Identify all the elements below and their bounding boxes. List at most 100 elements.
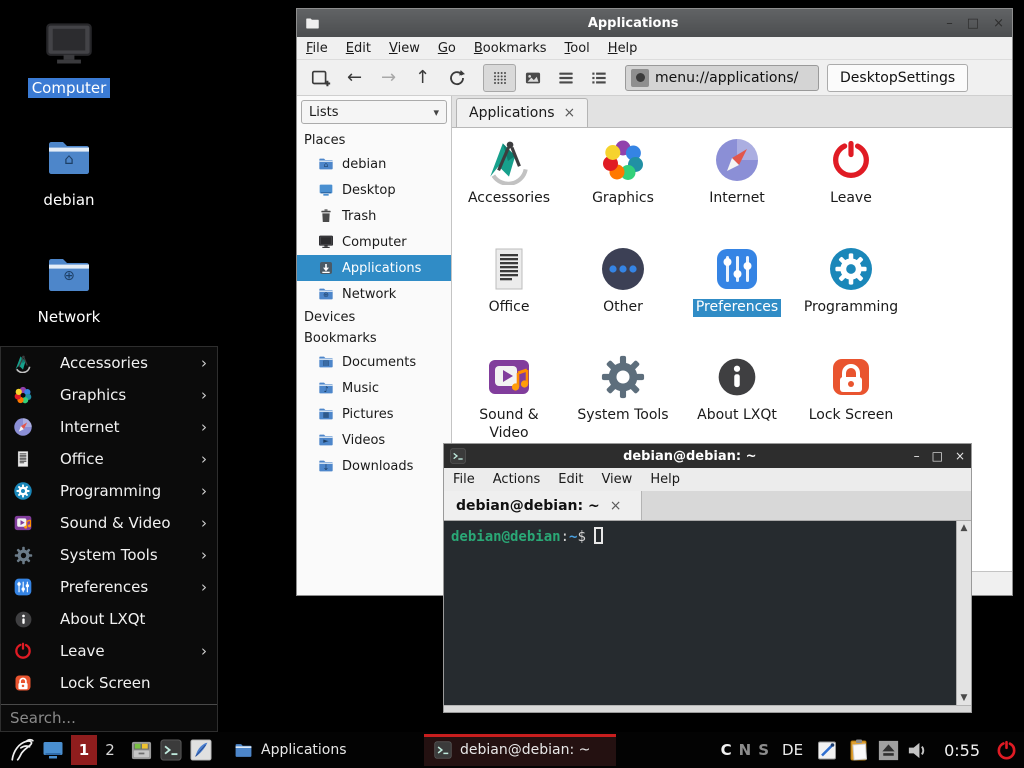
menu-item-about-lxqt[interactable]: About LXQt — [1, 603, 217, 635]
menu-item-system-tools[interactable]: System Tools › — [1, 539, 217, 571]
fm-item-programming[interactable]: Programming — [794, 244, 908, 317]
tab-applications[interactable]: Applications × — [456, 98, 588, 127]
main-menu-button[interactable] — [6, 734, 38, 766]
fm-item-lock-screen[interactable]: Lock Screen — [794, 352, 908, 425]
address-bar[interactable]: menu://applications/ — [625, 65, 819, 91]
terminal-menu-edit[interactable]: Edit — [549, 469, 592, 490]
show-desktop-button[interactable] — [38, 734, 68, 766]
menu-item-office[interactable]: Office › — [1, 443, 217, 475]
up-button[interactable]: ↑ — [409, 64, 436, 91]
sidebar-item-documents[interactable]: ▤ Documents — [297, 349, 451, 375]
terminal-scrollbar[interactable]: ▲ ▼ — [956, 521, 971, 705]
scroll-down-icon[interactable]: ▼ — [961, 693, 968, 703]
sidebar-item-network[interactable]: ⊕ Network — [297, 281, 451, 307]
fm-item-system-tools[interactable]: System Tools — [566, 352, 680, 425]
desktop-icon — [318, 182, 334, 198]
terminal-menu-help[interactable]: Help — [641, 469, 689, 490]
back-button[interactable]: ← — [341, 64, 368, 91]
detailed-view-button[interactable] — [582, 64, 615, 92]
terminal-tab[interactable]: debian@debian: ~ × — [444, 491, 642, 520]
desktop-icon-debian[interactable]: ⌂ debian — [19, 134, 119, 210]
terminal-menu-view[interactable]: View — [592, 469, 641, 490]
menu-item-lock-screen[interactable]: Lock Screen — [1, 667, 217, 699]
maximize-icon[interactable]: □ — [932, 449, 943, 463]
reload-button[interactable] — [443, 64, 470, 91]
sidebar-item-videos[interactable]: ► Videos — [297, 427, 451, 453]
menu-item-leave[interactable]: Leave › — [1, 635, 217, 667]
fm-menu-go[interactable]: Go — [429, 38, 465, 59]
menu-item-graphics[interactable]: Graphics › — [1, 379, 217, 411]
start-menu: Accessories › Graphics › Internet › Offi… — [0, 346, 218, 732]
fm-item-internet[interactable]: Internet — [680, 135, 794, 208]
task-applications[interactable]: Applications — [224, 734, 416, 766]
minimize-icon[interactable]: – — [946, 16, 953, 31]
quicklaunch-terminal[interactable] — [156, 734, 186, 766]
close-icon[interactable]: × — [993, 16, 1004, 31]
fm-titlebar[interactable]: Applications – □ × — [297, 9, 1012, 37]
tab-close-icon[interactable]: × — [564, 105, 576, 121]
clipboard-tray-icon[interactable] — [847, 734, 871, 766]
fm-item-leave[interactable]: Leave — [794, 135, 908, 208]
terminal-menu-actions[interactable]: Actions — [484, 469, 550, 490]
clock[interactable]: 0:55 — [944, 741, 980, 760]
folder-downloads-icon: ↓ — [318, 458, 334, 474]
fm-menu-bookmarks[interactable]: Bookmarks — [465, 38, 556, 59]
menu-item-programming[interactable]: Programming › — [1, 475, 217, 507]
new-tab-button[interactable] — [307, 64, 334, 91]
tab-close-icon[interactable]: × — [610, 498, 622, 514]
minimize-icon[interactable]: – — [914, 449, 920, 463]
sidebar-item-pictures[interactable]: ▦ Pictures — [297, 401, 451, 427]
terminal-titlebar[interactable]: debian@debian: ~ – □ × — [444, 444, 971, 468]
menu-item-preferences[interactable]: Preferences › — [1, 571, 217, 603]
power-button[interactable] — [995, 734, 1018, 766]
sidebar-item-debian[interactable]: ⌂ debian — [297, 151, 451, 177]
menu-item-internet[interactable]: Internet › — [1, 411, 217, 443]
menu-item-accessories[interactable]: Accessories › — [1, 347, 217, 379]
thumbnail-view-button[interactable] — [516, 64, 549, 92]
volume-icon[interactable] — [906, 734, 929, 766]
sidebar-item-music[interactable]: ♪ Music — [297, 375, 451, 401]
quicklaunch-file-manager[interactable] — [126, 734, 156, 766]
desktop-pager-2[interactable]: 2 — [100, 741, 120, 759]
desktop-pager-1[interactable]: 1 — [71, 735, 97, 765]
scroll-up-icon[interactable]: ▲ — [961, 523, 968, 533]
fm-item-other[interactable]: Other — [566, 244, 680, 317]
sidebar-item-applications[interactable]: Applications — [297, 255, 451, 281]
desktop-icon-network[interactable]: ⊕ Network — [19, 251, 119, 327]
menu-search-input[interactable]: Search... — [1, 705, 217, 731]
fm-item-sound-video[interactable]: Sound & Video — [452, 352, 566, 442]
icon-view-button[interactable] — [483, 64, 516, 92]
fm-menu-help[interactable]: Help — [599, 38, 647, 59]
desktop-icon-computer[interactable]: Computer — [19, 18, 119, 98]
fm-item-graphics[interactable]: Graphics — [566, 135, 680, 208]
taskbar: 1 2 Applications debian@debian: ~ C N S … — [0, 732, 1024, 768]
compact-view-button[interactable] — [549, 64, 582, 92]
sidebar-item-downloads[interactable]: ↓ Downloads — [297, 453, 451, 479]
desktop: Computer ⌂ debian ⊕ Network Applications… — [0, 0, 1024, 768]
side-pane-mode-select[interactable]: Lists ▾ — [301, 100, 447, 124]
forward-button[interactable]: → — [375, 64, 402, 91]
fm-menu-file[interactable]: File — [297, 38, 337, 59]
fm-item-preferences[interactable]: Preferences — [680, 244, 794, 317]
keyboard-layout-indicator[interactable]: DE — [782, 741, 803, 759]
task-terminal[interactable]: debian@debian: ~ — [424, 734, 616, 766]
terminal-screen[interactable]: debian@debian:~$ — [444, 521, 956, 705]
maximize-icon[interactable]: □ — [967, 16, 979, 31]
desktop-settings-button[interactable]: DesktopSettings — [827, 64, 968, 92]
close-icon[interactable]: × — [955, 449, 965, 463]
menu-item-sound-video[interactable]: Sound & Video › — [1, 507, 217, 539]
fm-menu-view[interactable]: View — [380, 38, 429, 59]
quicklaunch-featherpad[interactable] — [186, 734, 216, 766]
address-text: menu://applications/ — [655, 70, 798, 86]
sidebar-item-computer[interactable]: Computer — [297, 229, 451, 255]
fm-menu-edit[interactable]: Edit — [337, 38, 380, 59]
fm-item-office[interactable]: Office — [452, 244, 566, 317]
fm-menu-tool[interactable]: Tool — [556, 38, 599, 59]
removable-media-icon[interactable] — [878, 734, 899, 766]
fm-item-about-lxqt[interactable]: About LXQt — [680, 352, 794, 425]
fm-item-accessories[interactable]: Accessories — [452, 135, 566, 208]
sidebar-item-trash[interactable]: Trash — [297, 203, 451, 229]
screenshot-tray-icon[interactable] — [816, 734, 840, 766]
terminal-menu-file[interactable]: File — [444, 469, 484, 490]
sidebar-item-desktop[interactable]: Desktop — [297, 177, 451, 203]
